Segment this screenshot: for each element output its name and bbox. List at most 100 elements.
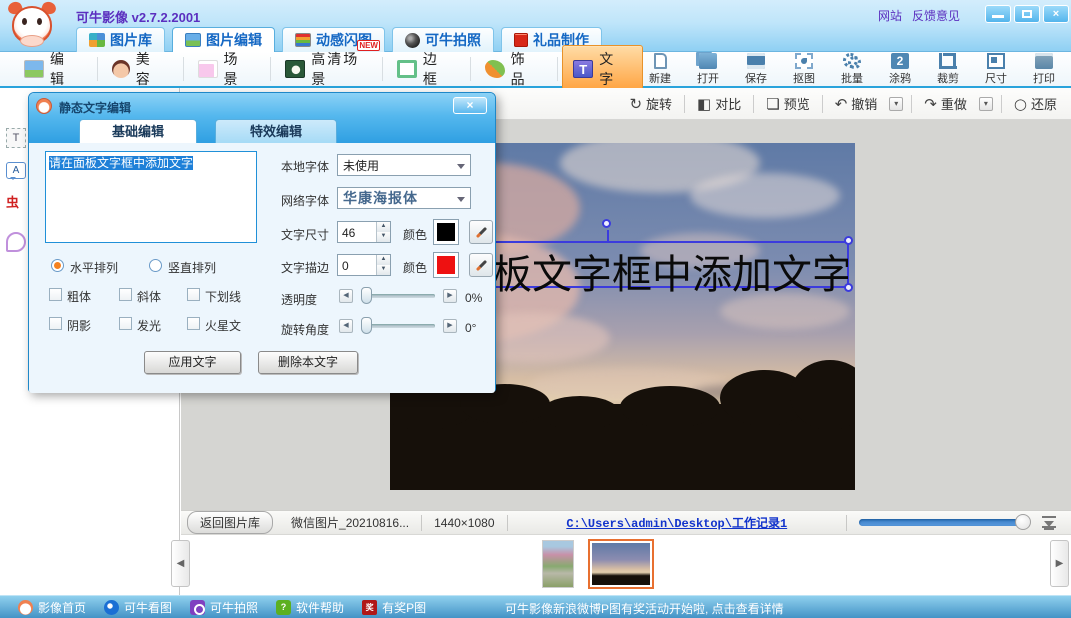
opacity-slider[interactable]: [361, 294, 435, 298]
opacity-value: 0%: [465, 291, 482, 305]
rotation-handle[interactable]: [602, 219, 611, 228]
hd-scene-tool-button[interactable]: 高清场景NEW: [275, 46, 378, 92]
eyedropper-icon: [476, 260, 487, 271]
stroke-width-spinner[interactable]: 0 ▲▼: [337, 254, 391, 276]
dialog-title: 静态文字编辑: [59, 99, 131, 116]
open-folder-icon: [699, 53, 717, 69]
tab-basic-edit[interactable]: 基础编辑: [79, 119, 197, 143]
top-right-handle[interactable]: [844, 236, 853, 245]
print-button[interactable]: 打印: [1027, 53, 1061, 86]
spin-up-icon[interactable]: ▲: [377, 222, 390, 232]
opacity-increase-button[interactable]: ▶: [443, 289, 457, 303]
stroke-color-eyedropper-button[interactable]: [469, 253, 493, 277]
minimize-button[interactable]: [985, 5, 1011, 23]
frame-tool-button[interactable]: 边 框: [387, 46, 466, 92]
scene-tool-button[interactable]: 场 景: [188, 46, 267, 92]
dialog-titlebar[interactable]: 静态文字编辑 × 基础编辑 特效编辑: [29, 93, 495, 143]
accessory-tool-button[interactable]: 饰 品: [475, 46, 554, 92]
martian-checkbox[interactable]: [187, 317, 200, 330]
colorful-text-tool-icon[interactable]: 虫: [6, 194, 26, 214]
redo-button[interactable]: ↷重做: [920, 92, 971, 115]
crop-button[interactable]: 裁剪: [931, 53, 965, 86]
frame-icon: [397, 60, 417, 78]
resize-button[interactable]: 尺寸: [979, 53, 1013, 86]
preview-button[interactable]: ❏预览: [762, 92, 813, 115]
web-font-select[interactable]: 华康海报体: [337, 187, 471, 209]
angle-slider[interactable]: [361, 324, 435, 328]
opacity-label: 透明度: [281, 291, 317, 308]
text-input-area[interactable]: 请在面板文字框中添加文字: [45, 151, 257, 243]
edit-tools-group: 编 辑 美 容 场 景 高清场景NEW 边 框 饰 品 T文 字: [0, 52, 643, 86]
chevron-down-icon: [457, 197, 465, 206]
thumbnails-scroll-right-button[interactable]: ▶: [1050, 540, 1069, 587]
doodle-button[interactable]: 2涂鸦: [883, 53, 917, 86]
vertical-layout-radio[interactable]: [149, 259, 162, 272]
undo-button[interactable]: ↶撤销: [831, 92, 882, 115]
image-dimensions: 1440×1080: [434, 516, 494, 530]
text-tool-button[interactable]: T文 字: [562, 45, 643, 93]
help-link[interactable]: ?软件帮助: [276, 599, 344, 616]
spin-down-icon[interactable]: ▼: [377, 265, 390, 275]
opacity-decrease-button[interactable]: ◀: [339, 289, 353, 303]
thumbnails-scroll-left-button[interactable]: ◀: [171, 540, 190, 587]
home-link[interactable]: 影像首页: [18, 599, 86, 616]
open-file-button[interactable]: 打开: [691, 53, 725, 86]
stroke-color-swatch[interactable]: [433, 252, 459, 278]
view-options-icon[interactable]: [1041, 516, 1057, 530]
compare-button[interactable]: ◧对比: [693, 92, 745, 115]
angle-slider-thumb[interactable]: [361, 317, 372, 334]
static-text-edit-dialog: 静态文字编辑 × 基础编辑 特效编辑 请在面板文字框中添加文字 本地字体 未使用…: [28, 92, 496, 392]
apply-text-button[interactable]: 应用文字: [144, 351, 241, 374]
tab-effects-edit[interactable]: 特效编辑: [215, 119, 337, 143]
local-font-select[interactable]: 未使用: [337, 154, 471, 176]
zoom-slider-thumb[interactable]: [1015, 514, 1031, 530]
rotate-button[interactable]: ↻旋转: [625, 92, 676, 115]
redo-dropdown-button[interactable]: ▾: [979, 97, 993, 111]
font-color-swatch[interactable]: [433, 219, 459, 245]
bold-checkbox[interactable]: [49, 288, 62, 301]
text-bubble-tool-icon[interactable]: A: [6, 162, 26, 179]
prize-link[interactable]: 奖有奖P图: [362, 599, 426, 616]
viewer-link[interactable]: 可牛看图: [104, 599, 172, 616]
batch-button[interactable]: 批量: [835, 53, 869, 86]
font-color-eyedropper-button[interactable]: [469, 220, 493, 244]
thumbnail-sunset-photo-selected[interactable]: [588, 539, 654, 589]
horizontal-layout-label: 水平排列: [70, 259, 118, 276]
save-button[interactable]: 保存: [739, 53, 773, 86]
restore-button[interactable]: ○还原: [1010, 92, 1061, 115]
undo-dropdown-button[interactable]: ▾: [889, 97, 903, 111]
stroke-label: 文字描边: [281, 259, 329, 276]
edit-tool-button[interactable]: 编 辑: [14, 46, 93, 92]
angle-decrease-button[interactable]: ◀: [339, 319, 353, 333]
font-size-spinner[interactable]: 46 ▲▼: [337, 221, 391, 243]
website-link[interactable]: 网站: [878, 7, 902, 24]
file-path-link[interactable]: C:\Users\admin\Desktop\工作记录1: [566, 514, 787, 531]
glow-checkbox[interactable]: [119, 317, 132, 330]
promo-banner-link[interactable]: 可牛影像新浪微博P图有奖活动开始啦, 点击查看详情: [505, 600, 784, 617]
thumbnail-garden-photo[interactable]: [543, 541, 573, 587]
opacity-slider-thumb[interactable]: [361, 287, 372, 304]
cutout-button[interactable]: 抠图: [787, 53, 821, 86]
spin-up-icon[interactable]: ▲: [377, 255, 390, 265]
maximize-button[interactable]: [1014, 5, 1040, 23]
angle-increase-button[interactable]: ▶: [443, 319, 457, 333]
feedback-link[interactable]: 反馈意见: [912, 7, 960, 24]
bottom-right-handle[interactable]: [844, 283, 853, 292]
camera-link[interactable]: 可牛拍照: [190, 599, 258, 616]
horizontal-layout-radio[interactable]: [51, 259, 64, 272]
zoom-slider[interactable]: [859, 519, 1029, 526]
speech-bubble-tool-icon[interactable]: [6, 232, 26, 252]
close-button[interactable]: ×: [1043, 5, 1069, 23]
spin-down-icon[interactable]: ▼: [377, 232, 390, 242]
static-text-tool-icon[interactable]: T: [6, 128, 26, 148]
dialog-close-button[interactable]: ×: [453, 97, 487, 114]
back-to-library-button[interactable]: 返回图片库: [187, 511, 273, 534]
beauty-tool-button[interactable]: 美 容: [102, 46, 179, 92]
save-floppy-icon: [747, 53, 765, 69]
shadow-checkbox[interactable]: [49, 317, 62, 330]
underline-checkbox[interactable]: [187, 288, 200, 301]
angle-value: 0°: [465, 321, 476, 335]
delete-text-button[interactable]: 删除本文字: [258, 351, 358, 374]
italic-checkbox[interactable]: [119, 288, 132, 301]
new-file-button[interactable]: 新建: [643, 53, 677, 86]
